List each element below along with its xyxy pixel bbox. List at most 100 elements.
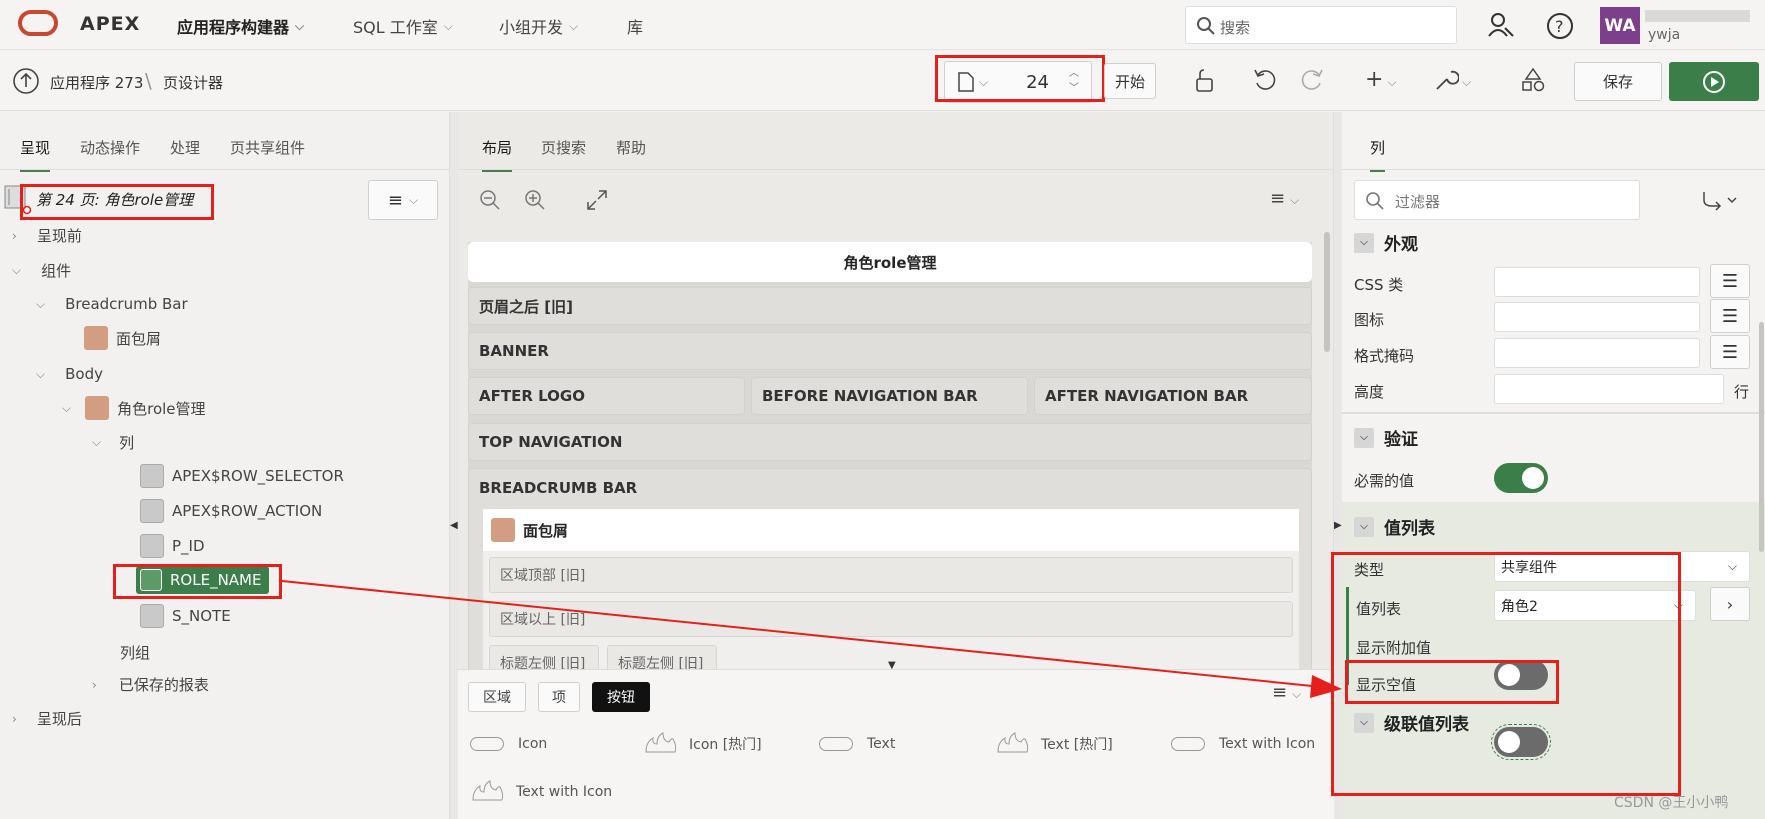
search-placeholder: 搜索 bbox=[1220, 19, 1251, 37]
gallery-item-icon[interactable]: Icon bbox=[470, 736, 547, 752]
tree-column[interactable]: S_NOTE bbox=[140, 604, 231, 628]
page-header-region[interactable]: 角色role管理 bbox=[468, 242, 1312, 282]
breadcrumb-app[interactable]: 应用程序 273 bbox=[50, 72, 143, 93]
section-lov[interactable]: ⌵ 值列表 bbox=[1354, 514, 1435, 539]
filter-input[interactable]: 过滤器 bbox=[1354, 180, 1640, 220]
avatar[interactable]: WA bbox=[1600, 7, 1640, 44]
tree-saved-reports[interactable]: › 已保存的报表 bbox=[92, 674, 209, 695]
undo-icon[interactable] bbox=[1253, 67, 1279, 93]
gallery-tab-regions[interactable]: 区域 bbox=[468, 682, 526, 712]
tree-region[interactable]: ⌵ 角色role管理 bbox=[62, 396, 206, 420]
tree-menu-button[interactable]: ≡ ⌵ bbox=[368, 180, 438, 220]
icon-field[interactable] bbox=[1494, 302, 1700, 332]
chevron-down-icon: ⌵ bbox=[1292, 687, 1302, 701]
search-input[interactable]: 搜索 bbox=[1185, 6, 1457, 44]
gallery-item-text-with-icon-hot[interactable]: Text with Icon bbox=[470, 780, 612, 804]
region-above-legacy[interactable]: 区域以上 [旧] bbox=[489, 601, 1293, 637]
list-icon: ☰ bbox=[1721, 341, 1739, 363]
chevron-right-icon: › bbox=[1726, 594, 1734, 614]
nav-team-dev[interactable]: 小组开发 ⌵ bbox=[499, 14, 578, 38]
css-class-field[interactable] bbox=[1494, 267, 1700, 297]
zoom-in-icon[interactable] bbox=[523, 188, 547, 212]
chevron-down-icon: ⌵ bbox=[1290, 193, 1300, 207]
collapse-icon: ⌵ bbox=[1354, 427, 1374, 448]
zoom-out-icon[interactable] bbox=[478, 188, 502, 212]
tab-help[interactable]: 帮助 bbox=[616, 137, 646, 158]
breadcrumb-separator: \ bbox=[145, 69, 152, 93]
region-banner[interactable]: BANNER bbox=[468, 332, 1312, 370]
region-top-navigation[interactable]: TOP NAVIGATION bbox=[468, 423, 1312, 461]
tree-components[interactable]: ⌵ 组件 bbox=[12, 260, 71, 281]
user-settings-icon[interactable] bbox=[1487, 12, 1515, 38]
gallery-item-icon-hot[interactable]: Icon [热门] bbox=[643, 732, 762, 756]
tree-before-rendering[interactable]: › 呈现前 bbox=[12, 225, 82, 246]
format-mask-field[interactable] bbox=[1494, 338, 1700, 368]
tab-page-shared-components[interactable]: 页共享组件 bbox=[230, 137, 305, 158]
help-icon[interactable]: ? bbox=[1546, 12, 1574, 40]
tab-processing[interactable]: 处理 bbox=[170, 137, 200, 158]
region-after-logo[interactable]: AFTER LOGO bbox=[468, 377, 745, 415]
tree-breadcrumb-bar[interactable]: ⌵ Breadcrumb Bar bbox=[36, 295, 188, 313]
divider bbox=[1342, 169, 1765, 170]
chevron-down-icon: ⌵ bbox=[36, 366, 46, 381]
nav-app-builder[interactable]: 应用程序构建器 ⌵ bbox=[177, 14, 304, 38]
list-icon: ☰ bbox=[1721, 270, 1739, 292]
annotation-box-page bbox=[935, 55, 1105, 102]
create-menu-button[interactable]: + ⌵ bbox=[1365, 67, 1397, 92]
tab-layout[interactable]: 布局 bbox=[482, 137, 513, 172]
height-field[interactable] bbox=[1494, 374, 1724, 404]
tab-dynamic-actions[interactable]: 动态操作 bbox=[80, 137, 140, 158]
oracle-logo-icon[interactable] bbox=[18, 10, 58, 36]
tree-breadcrumb[interactable]: 面包屑 bbox=[84, 326, 161, 350]
breadcrumb-region[interactable]: 面包屑 bbox=[483, 509, 1299, 551]
gallery-tab-buttons[interactable]: 按钮 bbox=[592, 682, 650, 712]
splitter[interactable]: ◀ bbox=[450, 112, 458, 819]
tab-page-search[interactable]: 页搜索 bbox=[541, 137, 586, 158]
layout-menu-button[interactable]: ≡ ⌵ bbox=[1270, 188, 1299, 209]
expand-icon[interactable] bbox=[586, 189, 608, 211]
go-to-group-icon[interactable] bbox=[1700, 190, 1740, 212]
region-top-legacy[interactable]: 区域顶部 [旧] bbox=[489, 557, 1293, 593]
tree-columns[interactable]: ⌵ 列 bbox=[92, 432, 134, 453]
chevron-down-icon: ⌵ bbox=[295, 18, 305, 33]
nav-gallery[interactable]: 库 bbox=[627, 14, 643, 38]
tree-column[interactable]: APEX$ROW_SELECTOR bbox=[140, 464, 344, 488]
gallery-item-text[interactable]: Text bbox=[819, 736, 895, 752]
gallery-item-text-hot[interactable]: Text [热门] bbox=[995, 732, 1113, 756]
tab-column[interactable]: 列 bbox=[1370, 137, 1386, 172]
scrollbar[interactable] bbox=[1759, 322, 1764, 552]
label-required: 必需的值 bbox=[1354, 472, 1415, 490]
region-before-navigation-bar[interactable]: BEFORE NAVIGATION BAR bbox=[751, 377, 1028, 415]
gallery-item-text-with-icon[interactable]: Text with Icon bbox=[1171, 736, 1315, 752]
scrollbar[interactable] bbox=[1324, 232, 1330, 352]
gallery-tab-items[interactable]: 项 bbox=[538, 682, 580, 712]
section-appearance[interactable]: ⌵ 外观 bbox=[1354, 230, 1418, 255]
up-arrow-icon[interactable] bbox=[12, 67, 40, 95]
gallery-menu-button[interactable]: ≡ ⌵ bbox=[1272, 682, 1301, 703]
run-button[interactable] bbox=[1669, 62, 1759, 101]
list-picker-button[interactable]: ☰ bbox=[1710, 264, 1750, 298]
section-validation[interactable]: ⌵ 验证 bbox=[1354, 425, 1418, 450]
redo-icon[interactable] bbox=[1298, 67, 1324, 93]
region-after-navigation-bar[interactable]: AFTER NAVIGATION BAR bbox=[1034, 377, 1312, 415]
tree-body[interactable]: ⌵ Body bbox=[36, 365, 103, 383]
nav-sql-workshop[interactable]: SQL 工作室 ⌵ bbox=[353, 14, 453, 38]
brand-name[interactable]: APEX bbox=[80, 13, 140, 35]
shared-components-icon[interactable] bbox=[1520, 67, 1546, 93]
list-picker-button[interactable]: ☰ bbox=[1710, 299, 1750, 333]
tab-rendering[interactable]: 呈现 bbox=[20, 137, 51, 172]
tree-column-groups[interactable]: 列组 bbox=[120, 642, 150, 663]
tree-column[interactable]: P_ID bbox=[140, 534, 205, 558]
wrench-icon[interactable] bbox=[1433, 67, 1459, 93]
region-after-header[interactable]: 页眉之后 [旧] bbox=[468, 287, 1312, 325]
tree-after-rendering[interactable]: › 呈现后 bbox=[12, 708, 82, 729]
collapse-icon: ⌵ bbox=[1354, 232, 1374, 253]
tree-column[interactable]: APEX$ROW_ACTION bbox=[140, 499, 322, 523]
lock-icon[interactable] bbox=[1192, 67, 1216, 93]
start-button[interactable]: 开始 bbox=[1104, 63, 1156, 99]
button-shape-icon bbox=[819, 737, 853, 751]
save-button[interactable]: 保存 bbox=[1574, 62, 1662, 101]
list-picker-button[interactable]: ☰ bbox=[1710, 335, 1750, 369]
lov-navigate-button[interactable]: › bbox=[1710, 587, 1750, 621]
required-toggle[interactable] bbox=[1494, 463, 1548, 493]
